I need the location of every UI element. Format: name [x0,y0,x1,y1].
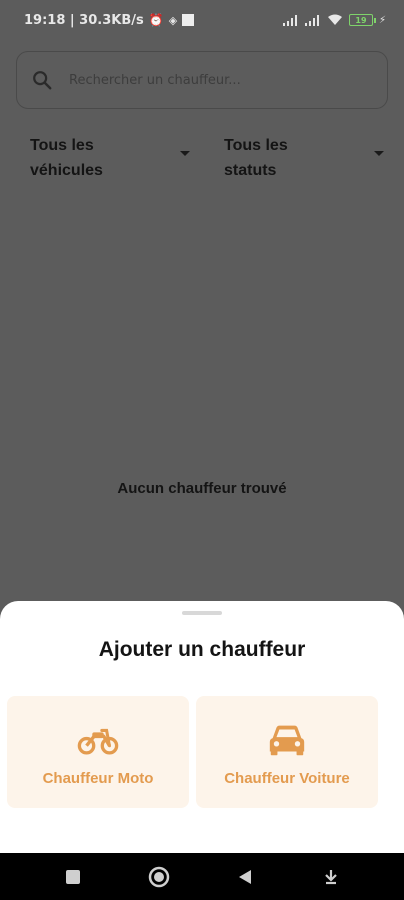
battery-level: 19 [355,15,367,25]
empty-state-message: Aucun chauffeur trouvé [117,480,287,497]
motorcycle-icon [77,728,119,755]
home-button[interactable] [139,857,179,897]
status-filter-dropdown[interactable]: Tous les statuts [224,133,384,189]
car-driver-option[interactable]: Chauffeur Voiture [196,696,378,808]
charging-icon: ⚡ [378,14,386,26]
add-driver-bottom-sheet: Ajouter un chauffeur Chauffeur Moto Chau… [0,601,404,853]
status-filter-label: Tous les statuts [224,137,288,179]
vehicle-filter-label: Tous les véhicules [30,137,103,179]
nfc-icon: ◈ [168,13,178,27]
back-triangle-icon [239,869,251,884]
status-bar: 19:18 | 30.3KB/s ⏰ ◈ 19 ⚡ [0,0,404,40]
car-option-label: Chauffeur Voiture [224,770,350,787]
status-left: 19:18 | 30.3KB/s ⏰ ◈ [24,12,195,28]
back-button[interactable] [225,857,265,897]
car-icon [269,725,305,756]
hide-nav-button[interactable] [311,857,351,897]
wifi-icon [327,14,342,25]
drag-handle[interactable] [182,611,222,615]
sheet-title: Ajouter un chauffeur [98,638,306,661]
arrow-down-icon [325,869,337,884]
search-input[interactable] [69,72,339,88]
moto-driver-option[interactable]: Chauffeur Moto [7,696,189,808]
notification-icon [182,14,195,26]
vehicle-filter-dropdown[interactable]: Tous les véhicules [30,133,190,189]
recent-apps-button[interactable] [53,857,93,897]
home-circle-icon [148,866,170,887]
alarm-icon: ⏰ [148,13,164,27]
chevron-down-icon [374,151,384,156]
chevron-down-icon [180,151,190,156]
signal-icon-2 [304,14,319,26]
signal-icon [282,14,297,26]
status-time-speed: 19:18 | 30.3KB/s [24,12,144,28]
battery-icon: 19 [348,14,376,26]
search-icon [33,71,52,90]
square-icon [66,869,80,884]
search-bar[interactable] [16,51,388,109]
system-nav-bar [0,853,404,900]
moto-option-label: Chauffeur Moto [42,770,154,787]
status-right: 19 ⚡ [282,14,386,26]
